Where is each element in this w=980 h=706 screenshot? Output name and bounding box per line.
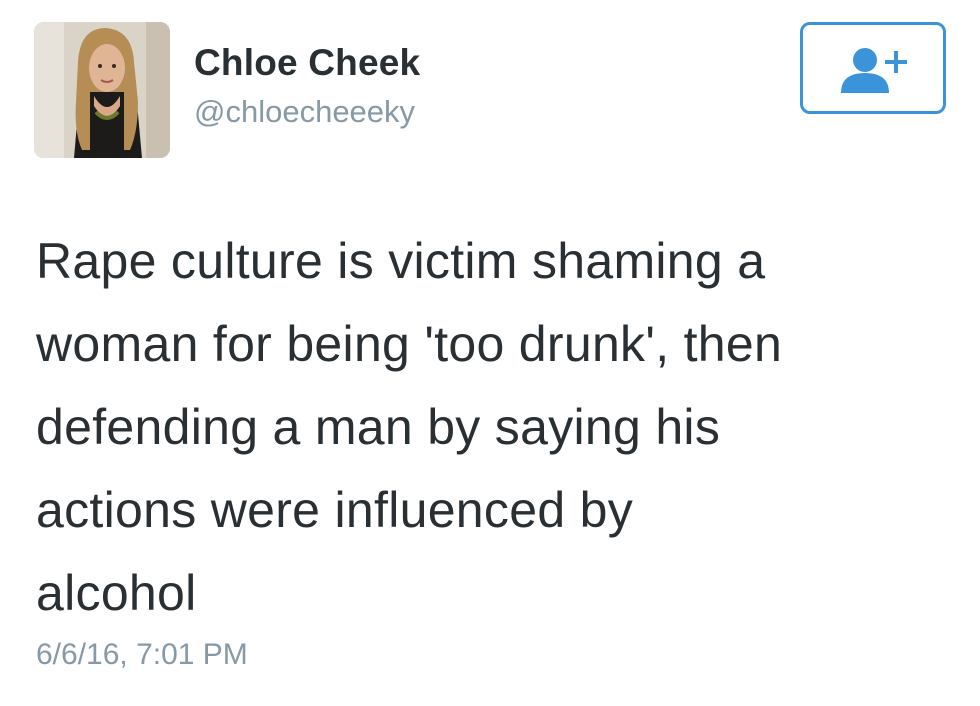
author-display-name[interactable]: Chloe Cheek bbox=[194, 42, 420, 84]
tweet-timestamp[interactable]: 6/6/16, 7:01 PM bbox=[36, 638, 248, 672]
add-user-icon bbox=[841, 48, 907, 93]
tweet-card: Chloe Cheek @chloecheeeky Rape culture i… bbox=[0, 0, 980, 706]
avatar-photo bbox=[34, 22, 170, 158]
follow-button[interactable] bbox=[800, 22, 946, 114]
author-handle[interactable]: @chloecheeeky bbox=[194, 94, 415, 130]
avatar[interactable] bbox=[34, 22, 170, 158]
tweet-text: Rape culture is victim shaming a woman f… bbox=[36, 233, 783, 621]
